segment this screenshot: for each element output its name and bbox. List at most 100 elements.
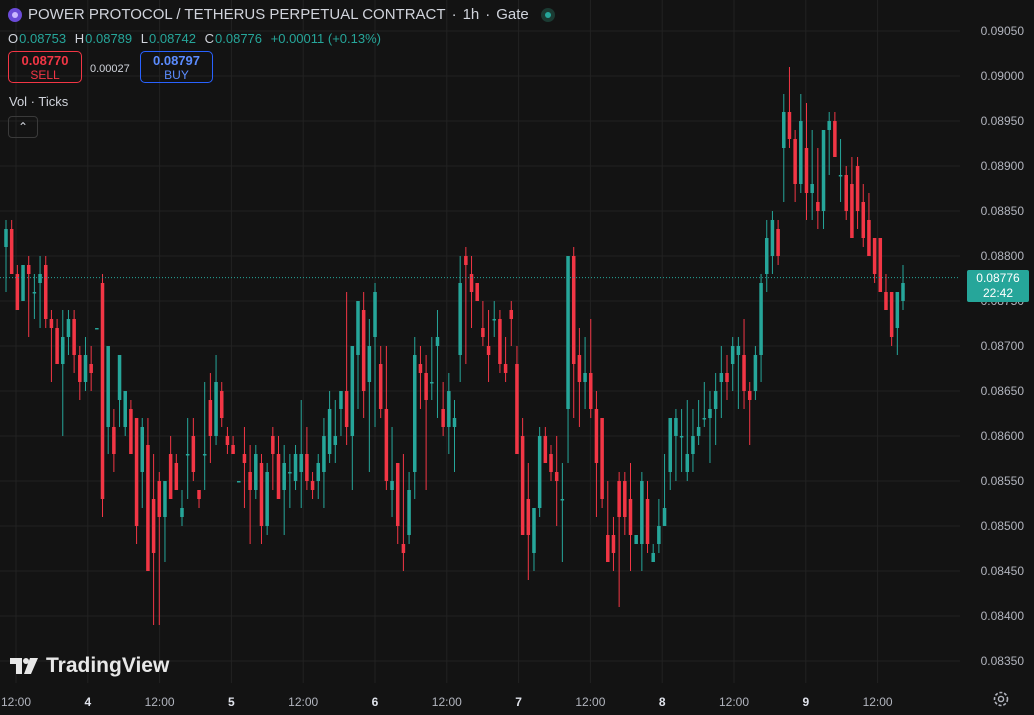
price-tick-label: 0.09000 [981, 69, 1025, 83]
candle-body [259, 463, 264, 526]
bar-countdown: 22:42 [982, 286, 1014, 300]
price-tick-label: 0.08800 [981, 249, 1025, 263]
candle-body [106, 346, 110, 427]
candle-body [526, 499, 531, 535]
time-tick-label: 12:00 [1, 695, 31, 709]
candle-body [452, 418, 457, 427]
price-axis[interactable]: 0.09050 0.09000 0.08950 0.08900 0.08850 0.088… [981, 24, 1025, 668]
candle-body [611, 535, 616, 553]
candle-body [112, 427, 116, 454]
collapse-button[interactable]: ⌃ [8, 116, 38, 138]
candle-body [782, 112, 786, 148]
candle-body [764, 238, 769, 274]
candle-body [645, 499, 650, 544]
price-tick-label: 0.08650 [981, 384, 1025, 398]
candle-body [401, 544, 406, 553]
candle-body [560, 499, 565, 501]
candle-body [78, 355, 82, 382]
chart-header: POWER PROTOCOL / TETHERUS PERPETUAL CONT… [8, 6, 555, 23]
candle-body [412, 355, 417, 472]
price-tick-label: 0.08350 [981, 654, 1025, 668]
candle-body [146, 445, 150, 571]
candle-body [430, 382, 434, 384]
time-tick-label: 5 [228, 695, 235, 709]
candle-body [889, 292, 894, 337]
interval-label[interactable]: 1h [463, 6, 480, 23]
candle-body [174, 463, 179, 490]
candle-body [38, 274, 42, 283]
spread-value: 0.00027 [90, 63, 130, 75]
candle-body [776, 229, 780, 256]
market-open-icon [540, 7, 555, 22]
buy-price: 0.08797 [153, 53, 200, 68]
candle-body [4, 229, 8, 247]
candle-body [333, 436, 338, 445]
buy-label: BUY [164, 68, 189, 82]
volume-indicator-label[interactable]: Vol · Ticks [9, 94, 68, 109]
time-axis[interactable]: 12:00 4 12:00 5 12:00 6 12:00 7 12:00 8 12:00 9 12:0… [1, 695, 893, 709]
candle-body [390, 481, 394, 490]
candle-body [617, 481, 621, 517]
symbol-name[interactable]: POWER PROTOCOL / TETHERUS PERPETUAL CONT… [28, 6, 446, 23]
candle-body [237, 481, 241, 483]
candle-body [168, 454, 173, 499]
candle-body [441, 409, 445, 427]
buy-button[interactable]: 0.08797 BUY [140, 51, 213, 83]
exchange-label: Gate [496, 6, 529, 23]
candle-body [543, 436, 548, 463]
candle-body [418, 364, 423, 373]
price-tick-label: 0.08850 [981, 204, 1025, 218]
candle-body [89, 364, 93, 373]
candle-body [566, 256, 570, 409]
price-chart[interactable]: 0.09050 0.09000 0.08950 0.08900 0.08850 0.088… [0, 0, 1034, 715]
candle-body [208, 400, 213, 436]
candle-body [594, 409, 599, 463]
candle-body [288, 472, 292, 474]
candle-body [447, 391, 451, 427]
price-tick-label: 0.08900 [981, 159, 1025, 173]
time-tick-label: 12:00 [575, 695, 605, 709]
candle-body [770, 220, 775, 256]
candle-body [310, 481, 315, 490]
change-value: +0.00011 (+0.13%) [270, 31, 381, 46]
candle-body [532, 508, 536, 553]
candle-body [657, 526, 661, 544]
candle-body [26, 265, 31, 274]
candle-body [685, 454, 690, 472]
candle-body [373, 292, 377, 337]
candle-body [878, 238, 883, 292]
candle-body [475, 283, 479, 301]
candle-body [395, 463, 400, 526]
candle-body [577, 355, 582, 382]
sell-button[interactable]: 0.08770 SELL [8, 51, 82, 83]
tradingview-logo[interactable]: TradingView [10, 654, 169, 678]
candle-body [66, 319, 71, 337]
candle-body [742, 355, 746, 391]
chevron-up-icon: ⌃ [17, 120, 29, 134]
candle-body [134, 418, 139, 526]
chart-grid [0, 0, 960, 683]
candle-body [571, 256, 576, 364]
candle-body [492, 319, 497, 321]
candle-body [424, 373, 428, 400]
candle-body [350, 346, 355, 436]
last-price-tag: 0.08776 22:42 [967, 270, 1029, 302]
candle-body [901, 283, 905, 301]
time-tick-label: 6 [372, 695, 379, 709]
candle-body [282, 463, 286, 490]
candle-body [674, 418, 678, 436]
candle-body [322, 436, 326, 472]
candle-body [844, 175, 848, 211]
candle-body [850, 184, 854, 238]
candle-body [787, 112, 792, 139]
candle-body [651, 553, 655, 562]
candle-body [606, 535, 610, 562]
candle-body [884, 292, 888, 310]
candle-body [458, 283, 462, 355]
candle-body [725, 373, 729, 382]
settings-gear-icon[interactable] [992, 690, 1010, 708]
candle-body [185, 454, 190, 456]
candle-body [588, 373, 593, 409]
time-tick-label: 4 [84, 695, 91, 709]
candle-body [600, 418, 604, 499]
